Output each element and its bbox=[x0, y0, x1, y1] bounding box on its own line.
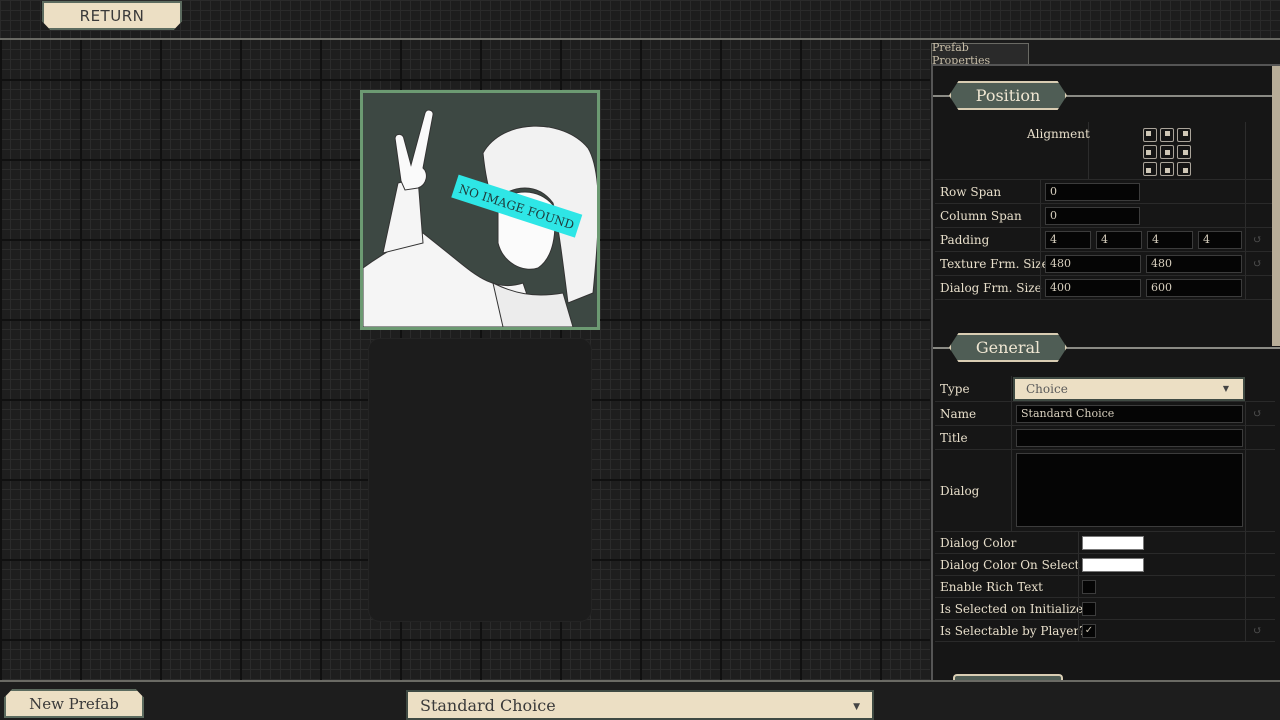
position-section-header[interactable]: Position bbox=[933, 81, 1280, 111]
general-section-header[interactable]: General bbox=[933, 333, 1280, 363]
dialog-label: Dialog bbox=[940, 483, 980, 498]
top-bar bbox=[0, 0, 1280, 38]
prefab-dropdown-value: Standard Choice bbox=[420, 695, 556, 715]
type-label: Type bbox=[940, 381, 970, 396]
texture-height-field[interactable]: 480 bbox=[1146, 255, 1242, 273]
panel-scrollbar[interactable] bbox=[1272, 66, 1280, 346]
align-bottom-right-icon[interactable] bbox=[1177, 162, 1191, 176]
alignment-grid[interactable] bbox=[1143, 128, 1191, 176]
rich-text-label: Enable Rich Text bbox=[940, 579, 1043, 594]
placeholder-image: NO IMAGE FOUND bbox=[363, 93, 597, 327]
padding-left-field[interactable]: 4 bbox=[1045, 231, 1091, 249]
selectable-row: Is Selectable by Player? bbox=[935, 620, 1275, 642]
reset-icon[interactable]: ↺ bbox=[1253, 257, 1262, 270]
reset-icon[interactable]: ↺ bbox=[1253, 233, 1262, 246]
dialog-color-select-label: Dialog Color On Select bbox=[940, 557, 1080, 572]
dialog-color-label: Dialog Color bbox=[940, 535, 1017, 550]
texture-frame[interactable]: NO IMAGE FOUND bbox=[360, 90, 600, 330]
row-span-field[interactable]: 0 bbox=[1045, 183, 1140, 201]
tab-prefab-properties[interactable]: Prefab Properties bbox=[931, 41, 1029, 67]
texture-size-label: Texture Frm. Size bbox=[940, 256, 1049, 271]
dialog-frame[interactable] bbox=[368, 338, 592, 622]
padding-label: Padding bbox=[940, 232, 990, 247]
align-middle-right-icon[interactable] bbox=[1177, 145, 1191, 159]
padding-bottom-field[interactable]: 4 bbox=[1198, 231, 1242, 249]
new-prefab-button[interactable]: New Prefab bbox=[4, 689, 144, 718]
align-middle-left-icon[interactable] bbox=[1143, 145, 1157, 159]
align-top-right-icon[interactable] bbox=[1177, 128, 1191, 142]
dialog-width-field[interactable]: 400 bbox=[1045, 279, 1141, 297]
prefab-canvas[interactable]: NO IMAGE FOUND bbox=[0, 40, 930, 680]
type-dropdown-value: Choice bbox=[1026, 382, 1068, 396]
properties-panel: Position Alignment Row Span 0 Column Spa… bbox=[931, 64, 1280, 680]
checkmark-icon: ✓ bbox=[1084, 625, 1094, 636]
padding-right-field[interactable]: 4 bbox=[1096, 231, 1142, 249]
texture-width-field[interactable]: 480 bbox=[1045, 255, 1141, 273]
chevron-down-icon: ▼ bbox=[1222, 384, 1229, 393]
align-bottom-left-icon[interactable] bbox=[1143, 162, 1157, 176]
reset-icon[interactable]: ↺ bbox=[1253, 624, 1262, 637]
next-section-header[interactable] bbox=[953, 674, 1063, 680]
selected-init-checkbox[interactable] bbox=[1082, 602, 1096, 616]
dialog-textarea[interactable] bbox=[1016, 453, 1243, 527]
selectable-label: Is Selectable by Player? bbox=[940, 623, 1086, 638]
chevron-down-icon: ▼ bbox=[853, 702, 860, 712]
align-top-left-icon[interactable] bbox=[1143, 128, 1157, 142]
alignment-row bbox=[935, 122, 1275, 180]
padding-top-field[interactable]: 4 bbox=[1147, 231, 1193, 249]
dialog-color-swatch[interactable] bbox=[1082, 536, 1144, 550]
align-top-center-icon[interactable] bbox=[1160, 128, 1174, 142]
align-middle-center-icon[interactable] bbox=[1160, 145, 1174, 159]
title-field[interactable] bbox=[1016, 429, 1243, 447]
row-span-label: Row Span bbox=[940, 184, 1002, 199]
dialog-size-label: Dialog Frm. Size bbox=[940, 280, 1042, 295]
general-title: General bbox=[949, 333, 1067, 362]
name-field[interactable]: Standard Choice bbox=[1016, 405, 1243, 423]
selectable-checkbox[interactable]: ✓ bbox=[1082, 624, 1096, 638]
position-title: Position bbox=[949, 81, 1067, 110]
selected-init-row: Is Selected on Initialize? bbox=[935, 598, 1275, 620]
title-label: Title bbox=[940, 430, 968, 445]
reset-icon[interactable]: ↺ bbox=[1253, 407, 1262, 420]
rich-text-row: Enable Rich Text bbox=[935, 576, 1275, 598]
selected-init-label: Is Selected on Initialize? bbox=[940, 601, 1090, 616]
name-label: Name bbox=[940, 406, 977, 421]
column-span-label: Column Span bbox=[940, 208, 1022, 223]
column-span-field[interactable]: 0 bbox=[1045, 207, 1140, 225]
align-bottom-center-icon[interactable] bbox=[1160, 162, 1174, 176]
prefab-dropdown[interactable]: Standard Choice ▼ bbox=[406, 690, 874, 720]
dialog-height-field[interactable]: 600 bbox=[1146, 279, 1242, 297]
type-dropdown[interactable]: Choice ▼ bbox=[1013, 377, 1245, 401]
dialog-color-select-swatch[interactable] bbox=[1082, 558, 1144, 572]
rich-text-checkbox[interactable] bbox=[1082, 580, 1096, 594]
alignment-label: Alignment bbox=[1027, 127, 1090, 141]
return-button[interactable]: RETURN bbox=[42, 1, 182, 30]
